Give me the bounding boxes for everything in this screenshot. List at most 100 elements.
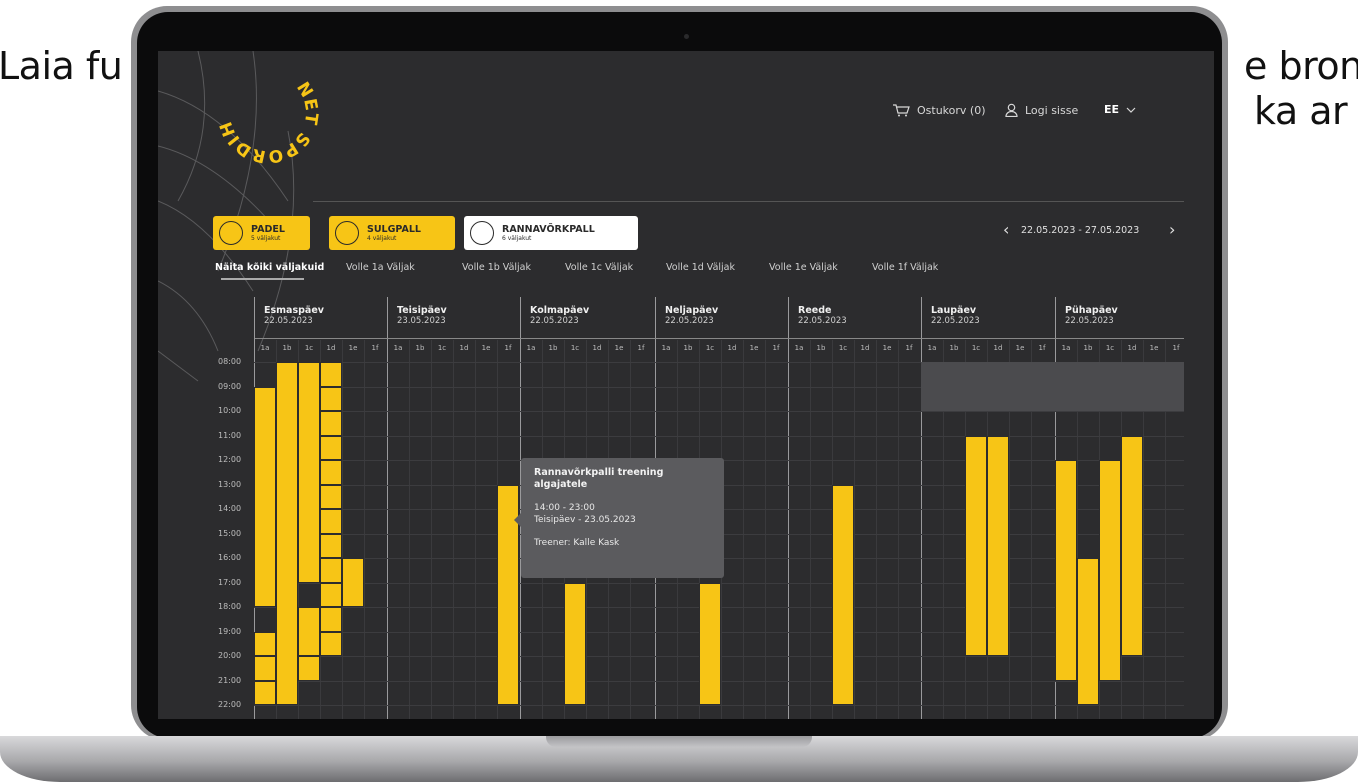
court-column-label: 1f (772, 344, 780, 352)
sport-card-sulgpall[interactable]: SULGPALL 4 väljakut (329, 216, 455, 250)
day-date: 22.05.2023 (264, 316, 313, 326)
booking-slot[interactable] (254, 656, 276, 681)
court-column-line (431, 340, 432, 719)
booking-slot[interactable] (320, 435, 342, 460)
court-column-label: 1d (1127, 344, 1137, 352)
booking-slot[interactable] (320, 386, 342, 411)
cart-button[interactable]: Ostukorv (0) (892, 103, 986, 117)
court-column-label: 1a (794, 344, 804, 352)
tab-court-1e[interactable]: Volle 1e Väljak (769, 262, 838, 273)
booking-slot[interactable] (320, 607, 342, 632)
booking-slot[interactable] (298, 607, 320, 656)
court-column-label: 1a (526, 344, 536, 352)
day-name: Esmaspäev (264, 305, 324, 316)
booking-slot[interactable] (965, 435, 987, 656)
time-label: 15:00 (218, 528, 242, 538)
prev-week-arrow-icon[interactable]: ‹ (1003, 220, 1009, 239)
time-label: 21:00 (218, 675, 242, 685)
tooltip-trainer: Treener: Kalle Kask (534, 538, 620, 548)
login-button[interactable]: Logi sisse (1005, 103, 1078, 117)
background-headline-left: Laia fu (0, 44, 123, 88)
day-date: 22.05.2023 (530, 316, 579, 326)
court-column-label: 1d (592, 344, 602, 352)
stage: Laia fu e bron ka ar NET SPORDIH Ostukor… (0, 0, 1358, 782)
user-icon (1005, 103, 1018, 117)
logo-text: NET SPORDIHALL (201, 51, 320, 167)
booking-slot[interactable] (987, 435, 1009, 656)
court-column-label: 1e (614, 344, 624, 352)
background-headline-right-1: e bron (1244, 44, 1358, 88)
court-column-line (453, 340, 454, 719)
time-label: 08:00 (218, 357, 242, 366)
booking-slot[interactable] (320, 509, 342, 534)
time-label: 20:00 (218, 651, 242, 660)
language-select[interactable]: EE (1104, 103, 1136, 116)
language-label: EE (1104, 103, 1120, 116)
booking-slot[interactable] (298, 656, 320, 681)
time-label: 12:00 (218, 455, 242, 464)
booking-slot[interactable] (1077, 558, 1099, 705)
tab-all-courts[interactable]: Näita kõiki väljakuid (215, 262, 324, 273)
booking-slot[interactable] (320, 411, 342, 436)
court-column-label: 1f (905, 344, 913, 352)
day-date: 23.05.2023 (397, 316, 446, 326)
court-column-label: 1c (838, 344, 848, 352)
webcam-icon (684, 34, 689, 39)
court-column-label: 1c (570, 344, 580, 352)
booking-slot[interactable] (832, 484, 854, 705)
day-header: Neljapäev 22.05.2023 (665, 305, 718, 327)
logo-icon: NET SPORDIHALL (201, 51, 320, 167)
booking-slot[interactable] (298, 362, 320, 583)
booking-slot[interactable] (254, 631, 276, 656)
booking-slot[interactable] (342, 558, 364, 607)
tab-court-1c[interactable]: Volle 1c Väljak (565, 262, 633, 273)
court-column-label: 1f (504, 344, 512, 352)
booking-slot[interactable] (699, 582, 721, 705)
booking-slot[interactable] (320, 460, 342, 485)
tab-court-1b[interactable]: Volle 1b Väljak (462, 262, 531, 273)
booking-slot[interactable] (254, 680, 276, 705)
court-column-label: 1e (348, 344, 358, 352)
court-column-label: 1a (661, 344, 671, 352)
unavailable-period (921, 362, 1184, 411)
booking-slot[interactable] (320, 631, 342, 656)
booking-slot[interactable] (1121, 435, 1143, 656)
booking-slot[interactable] (564, 582, 586, 705)
court-column-line (409, 340, 410, 719)
court-column-line (743, 340, 744, 719)
court-column-label: 1b (415, 344, 425, 352)
laptop-notch (546, 736, 812, 747)
booking-slot[interactable] (276, 362, 298, 705)
court-column-label: 1e (481, 344, 491, 352)
court-column-line (765, 340, 766, 719)
sport-count: 6 väljakut (502, 234, 532, 242)
tab-court-1d[interactable]: Volle 1d Väljak (666, 262, 735, 273)
sport-count: 5 väljakut (251, 234, 281, 242)
time-label: 16:00 (218, 553, 242, 562)
sport-card-rannavorkpall[interactable]: RANNAVÕRKPALL 6 väljakut (464, 216, 638, 250)
booking-slot[interactable] (1099, 460, 1121, 681)
tab-court-1f[interactable]: Volle 1f Väljak (872, 262, 938, 273)
time-label: 09:00 (218, 381, 242, 391)
sport-card-padel[interactable]: PADEL 5 väljakut (213, 216, 310, 250)
court-column-label: 1c (971, 344, 981, 352)
court-column-label: 1d (993, 344, 1003, 352)
booking-slot[interactable] (320, 558, 342, 583)
next-week-arrow-icon[interactable]: › (1169, 220, 1175, 239)
tab-court-1a[interactable]: Volle 1a Väljak (346, 262, 415, 273)
booking-slot[interactable] (320, 484, 342, 509)
time-label: 14:00 (218, 504, 242, 513)
court-column-label: 1b (816, 344, 826, 352)
booking-slot[interactable] (320, 582, 342, 607)
brand-logo[interactable]: NET SPORDIHALL (201, 51, 328, 173)
tooltip-pointer (514, 513, 521, 527)
booking-slot[interactable] (254, 386, 276, 607)
booking-slot[interactable] (320, 533, 342, 558)
booking-slot[interactable] (1055, 460, 1077, 681)
booking-slot[interactable] (320, 362, 342, 387)
badminton-racket-icon (335, 221, 359, 245)
time-label: 18:00 (218, 602, 242, 611)
court-column-line (475, 340, 476, 719)
day-header: Reede 22.05.2023 (798, 305, 847, 327)
tooltip-day: Teisipäev - 23.05.2023 (534, 515, 636, 525)
